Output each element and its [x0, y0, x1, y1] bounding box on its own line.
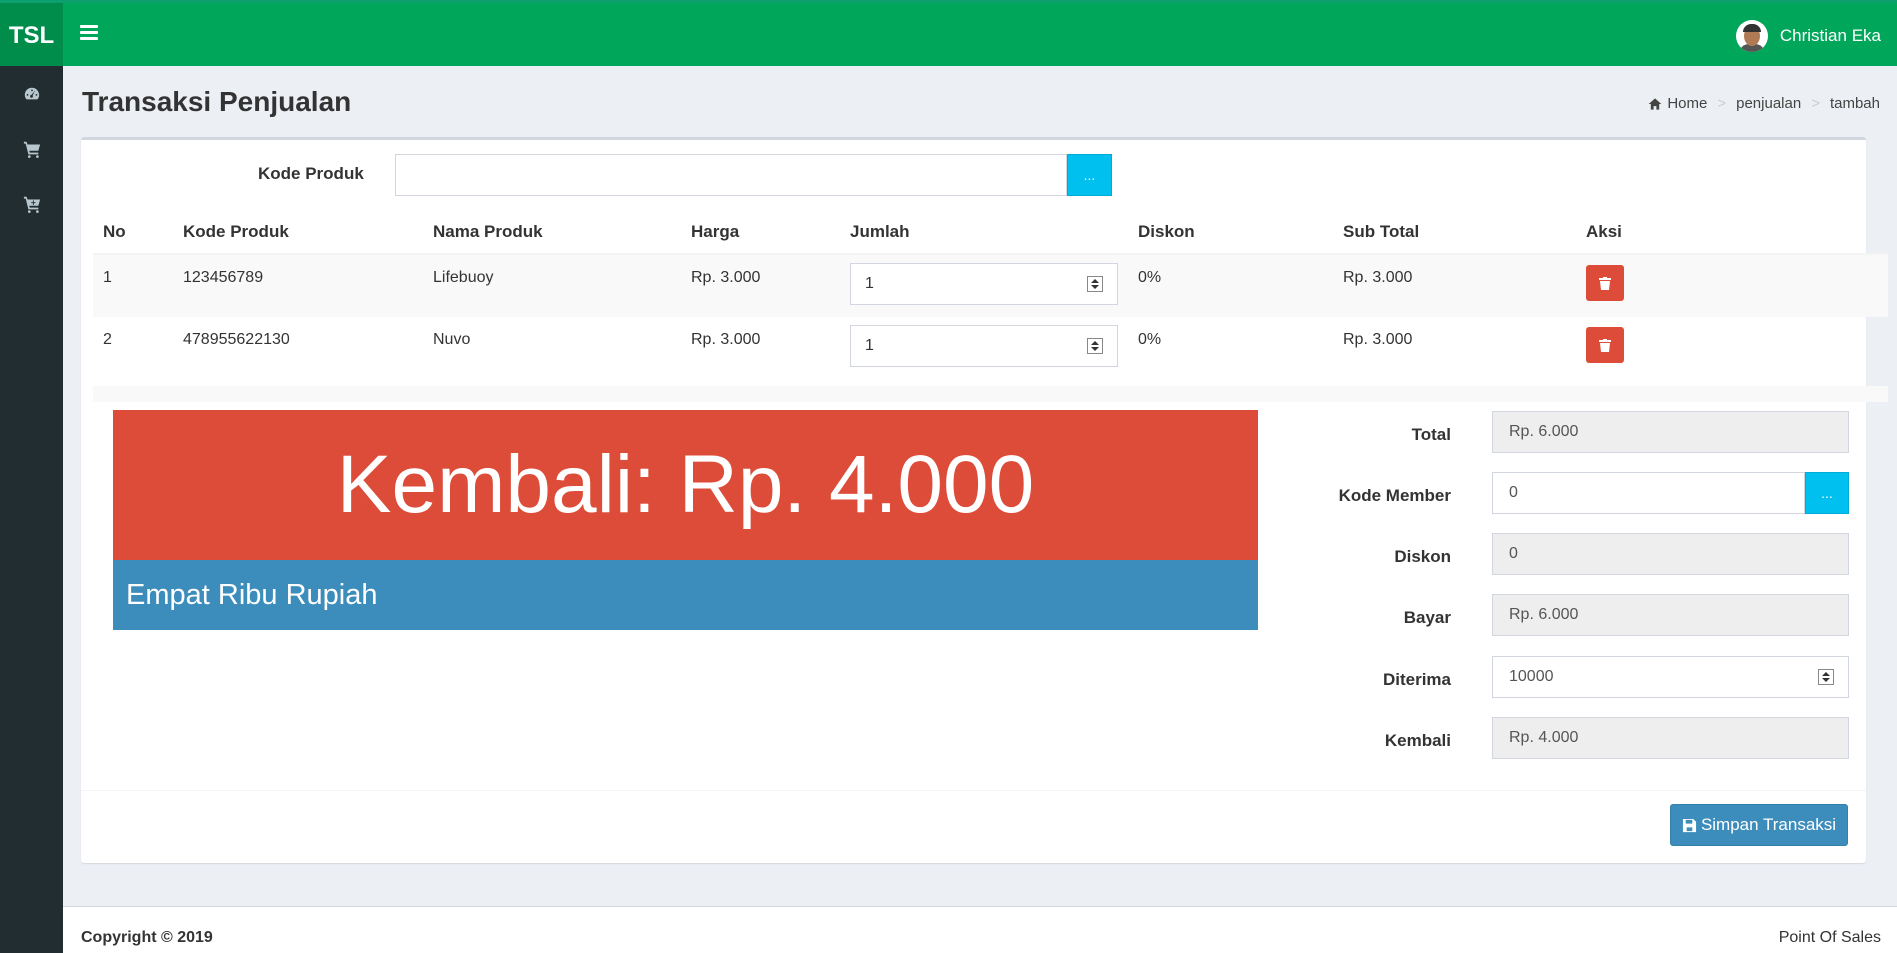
user-name: Christian Eka	[1779, 26, 1881, 45]
diskon-field: 0	[1492, 533, 1849, 575]
cart-table: No Kode Produk Nama Produk Harga Jumlah …	[93, 210, 1888, 380]
kode-produk-input[interactable]	[395, 154, 1067, 196]
sidebar-item-penjualan[interactable]	[0, 121, 63, 176]
quantity-value: 1	[865, 337, 874, 354]
box-footer: Simpan Transaksi	[81, 790, 1866, 863]
trash-icon	[1599, 276, 1611, 290]
change-display: Kembali: Rp. 4.000	[113, 410, 1258, 560]
app-logo[interactable]: TSL	[0, 3, 63, 69]
copyright-text: Copyright © 2019	[81, 929, 213, 946]
quantity-stepper[interactable]: 1	[850, 263, 1118, 305]
total-label: Total	[1411, 425, 1451, 444]
kode-produk-label: Kode Produk	[258, 164, 364, 183]
cell-aksi	[1576, 317, 1888, 380]
diterima-input[interactable]: 10000	[1492, 656, 1849, 698]
top-navbar: TSL Christian Eka	[0, 0, 1897, 69]
cell-aksi	[1576, 254, 1888, 317]
cell-nama: Lifebuoy	[423, 254, 681, 317]
table-header-row: No Kode Produk Nama Produk Harga Jumlah …	[93, 210, 1888, 255]
diterima-label: Diterima	[1382, 670, 1451, 689]
column-header-nama: Nama Produk	[423, 210, 681, 255]
delete-item-button[interactable]	[1586, 327, 1624, 363]
kembali-field: Rp. 4.000	[1492, 717, 1849, 759]
change-in-words: Empat Ribu Rupiah	[113, 560, 1258, 630]
save-transaction-label: Simpan Transaksi	[1700, 815, 1837, 834]
cell-nama: Nuvo	[433, 331, 471, 348]
save-transaction-button[interactable]: Simpan Transaksi	[1670, 804, 1848, 846]
spinner-icon[interactable]	[1087, 338, 1103, 354]
page-title: Transaksi Penjualan	[82, 86, 352, 117]
cell-no: 1	[93, 254, 173, 317]
bayar-field: Rp. 6.000	[1492, 594, 1849, 636]
cell-harga: Rp. 3.000	[691, 331, 761, 348]
delete-item-button[interactable]	[1586, 265, 1624, 301]
cell-subtotal: Rp. 3.000	[1333, 254, 1576, 317]
column-header-subtotal: Sub Total	[1333, 210, 1576, 255]
column-header-jumlah: Jumlah	[840, 210, 1128, 255]
cell-kode: 478955622130	[183, 331, 290, 348]
breadcrumb-home[interactable]: Home	[1667, 95, 1707, 112]
sidebar-toggle-icon[interactable]	[80, 25, 98, 43]
quantity-value: 1	[865, 275, 874, 292]
user-menu[interactable]: Christian Eka	[1735, 20, 1881, 52]
browse-member-button[interactable]: ...	[1805, 472, 1849, 514]
dashboard-icon	[24, 87, 39, 99]
cart-icon	[23, 141, 40, 158]
cell-kode: 123456789	[173, 254, 423, 317]
transaction-box: Kode Produk ... No Kode Produk Nama Prod…	[81, 137, 1888, 863]
avatar	[1735, 20, 1768, 52]
breadcrumb-penjualan[interactable]: penjualan	[1736, 95, 1801, 112]
cell-harga: Rp. 3.000	[681, 254, 840, 317]
cell-no: 2	[103, 331, 112, 348]
column-header-kode: Kode Produk	[173, 210, 423, 255]
column-header-harga: Harga	[681, 210, 840, 255]
bayar-label: Bayar	[1403, 608, 1451, 627]
kode-member-label: Kode Member	[1338, 486, 1451, 505]
diterima-value: 10000	[1509, 668, 1554, 685]
column-header-no: No	[93, 210, 173, 255]
cell-diskon: 0%	[1128, 254, 1333, 317]
column-header-diskon: Diskon	[1128, 210, 1333, 255]
table-bottom-strip	[93, 386, 1888, 402]
spinner-icon[interactable]	[1087, 276, 1103, 292]
browse-product-button[interactable]: ...	[1067, 154, 1112, 196]
sidebar-item-dashboard[interactable]	[0, 66, 63, 121]
breadcrumb-separator: >	[1811, 95, 1820, 112]
home-icon	[1649, 97, 1662, 110]
breadcrumb-separator: >	[1717, 95, 1727, 112]
quantity-stepper[interactable]: 1	[850, 325, 1118, 367]
cart-plus-icon	[23, 196, 40, 213]
breadcrumb-tambah: tambah	[1829, 95, 1880, 112]
trash-icon	[1599, 338, 1611, 352]
page-footer: Copyright © 2019 Point Of Sales	[63, 906, 1897, 953]
cell-diskon: 0%	[1138, 331, 1162, 348]
total-field: Rp. 6.000	[1492, 411, 1849, 453]
cell-subtotal: Rp. 3.000	[1343, 331, 1413, 348]
column-header-aksi: Aksi	[1576, 210, 1888, 255]
cell-jumlah: 1	[840, 254, 1128, 317]
sidebar	[0, 66, 63, 953]
diskon-label: Diskon	[1394, 547, 1451, 566]
cell-jumlah: 1	[840, 317, 1128, 380]
app-name: Point Of Sales	[1778, 929, 1881, 946]
floppy-disk-icon	[1682, 818, 1696, 832]
spinner-icon[interactable]	[1818, 669, 1834, 685]
table-row: 2 478955622130 Nuvo Rp. 3.000 1 0% Rp. 3…	[93, 317, 1888, 380]
kode-member-input[interactable]: 0	[1492, 472, 1805, 514]
kembali-label: Kembali	[1384, 731, 1451, 750]
sidebar-item-tambah-penjualan[interactable]	[0, 176, 63, 231]
breadcrumb: Home > penjualan > tambah	[1648, 95, 1880, 112]
table-row: 1 123456789 Lifebuoy Rp. 3.000 1 0% Rp. …	[93, 254, 1888, 317]
